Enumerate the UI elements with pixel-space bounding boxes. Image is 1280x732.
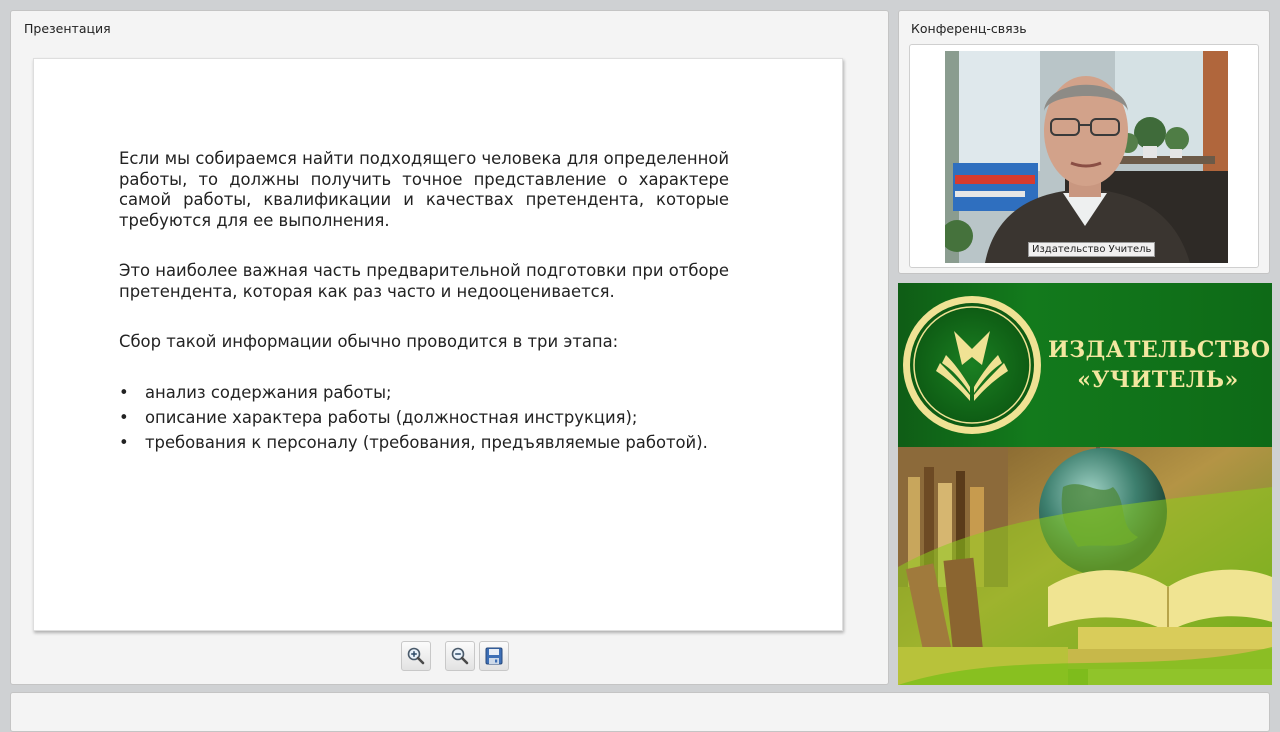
publisher-logo-emblem xyxy=(903,296,1041,434)
slide-bullet-item: • описание характера работы (должностная… xyxy=(119,408,729,429)
zoom-in-button[interactable] xyxy=(401,641,431,671)
slide-paragraph-3: Сбор такой информации обычно проводится … xyxy=(119,332,619,351)
slide-bullet-text: требования к персоналу (требования, пред… xyxy=(145,432,708,452)
banner-books-image xyxy=(898,447,1272,685)
floppy-disk-icon xyxy=(485,647,503,665)
presentation-panel-title: Презентация xyxy=(24,21,111,36)
publisher-name-line-1: ИЗДАТЕЛЬСТВО xyxy=(1048,337,1271,363)
slide-bullet-item: • требования к персоналу (требования, пр… xyxy=(119,433,729,454)
video-caption: Издательство Учитель xyxy=(1028,242,1156,257)
publisher-name-line-2: «УЧИТЕЛЬ» xyxy=(1077,367,1239,393)
presentation-panel: Презентация Если мы собираемся найти под… xyxy=(10,10,889,685)
zoom-out-icon xyxy=(451,647,469,665)
zoom-in-icon xyxy=(407,647,425,665)
conference-panel-title: Конференц-связь xyxy=(911,21,1027,36)
webcam-feed-image xyxy=(945,51,1228,263)
conference-panel: Конференц-связь Издательство Учитель xyxy=(898,10,1270,274)
bullet-marker: • xyxy=(119,407,129,427)
books-and-globe-illustration xyxy=(898,447,1272,685)
slide-bullet-text: описание характера работы (должностная и… xyxy=(145,407,638,427)
webcam-video[interactable]: Издательство Учитель xyxy=(945,51,1228,263)
publisher-banner[interactable]: ИЗДАТЕЛЬСТВО «УЧИТЕЛЬ» xyxy=(898,283,1272,685)
presentation-slide: Если мы собираемся найти подходящего чел… xyxy=(33,58,843,631)
slide-bullet-item: • анализ содержания работы; xyxy=(119,383,729,404)
bottom-panel xyxy=(10,692,1270,732)
slide-bullet-list: • анализ содержания работы; • описание х… xyxy=(119,383,729,454)
slide-bullet-text: анализ содержания работы; xyxy=(145,382,392,402)
slide-paragraph-2: Это наиболее важная часть предварительно… xyxy=(119,261,729,301)
bullet-marker: • xyxy=(119,382,129,402)
slide-paragraph-1: Если мы собираемся найти подходящего чел… xyxy=(119,149,729,230)
bullet-marker: • xyxy=(119,432,129,452)
slide-text: Если мы собираемся найти подходящего чел… xyxy=(119,149,729,458)
publisher-name: ИЗДАТЕЛЬСТВО «УЧИТЕЛЬ» xyxy=(1048,335,1271,395)
video-frame: Издательство Учитель xyxy=(909,44,1259,268)
banner-logo-area: ИЗДАТЕЛЬСТВО «УЧИТЕЛЬ» xyxy=(898,283,1272,447)
zoom-out-button[interactable] xyxy=(445,641,475,671)
save-button[interactable] xyxy=(479,641,509,671)
